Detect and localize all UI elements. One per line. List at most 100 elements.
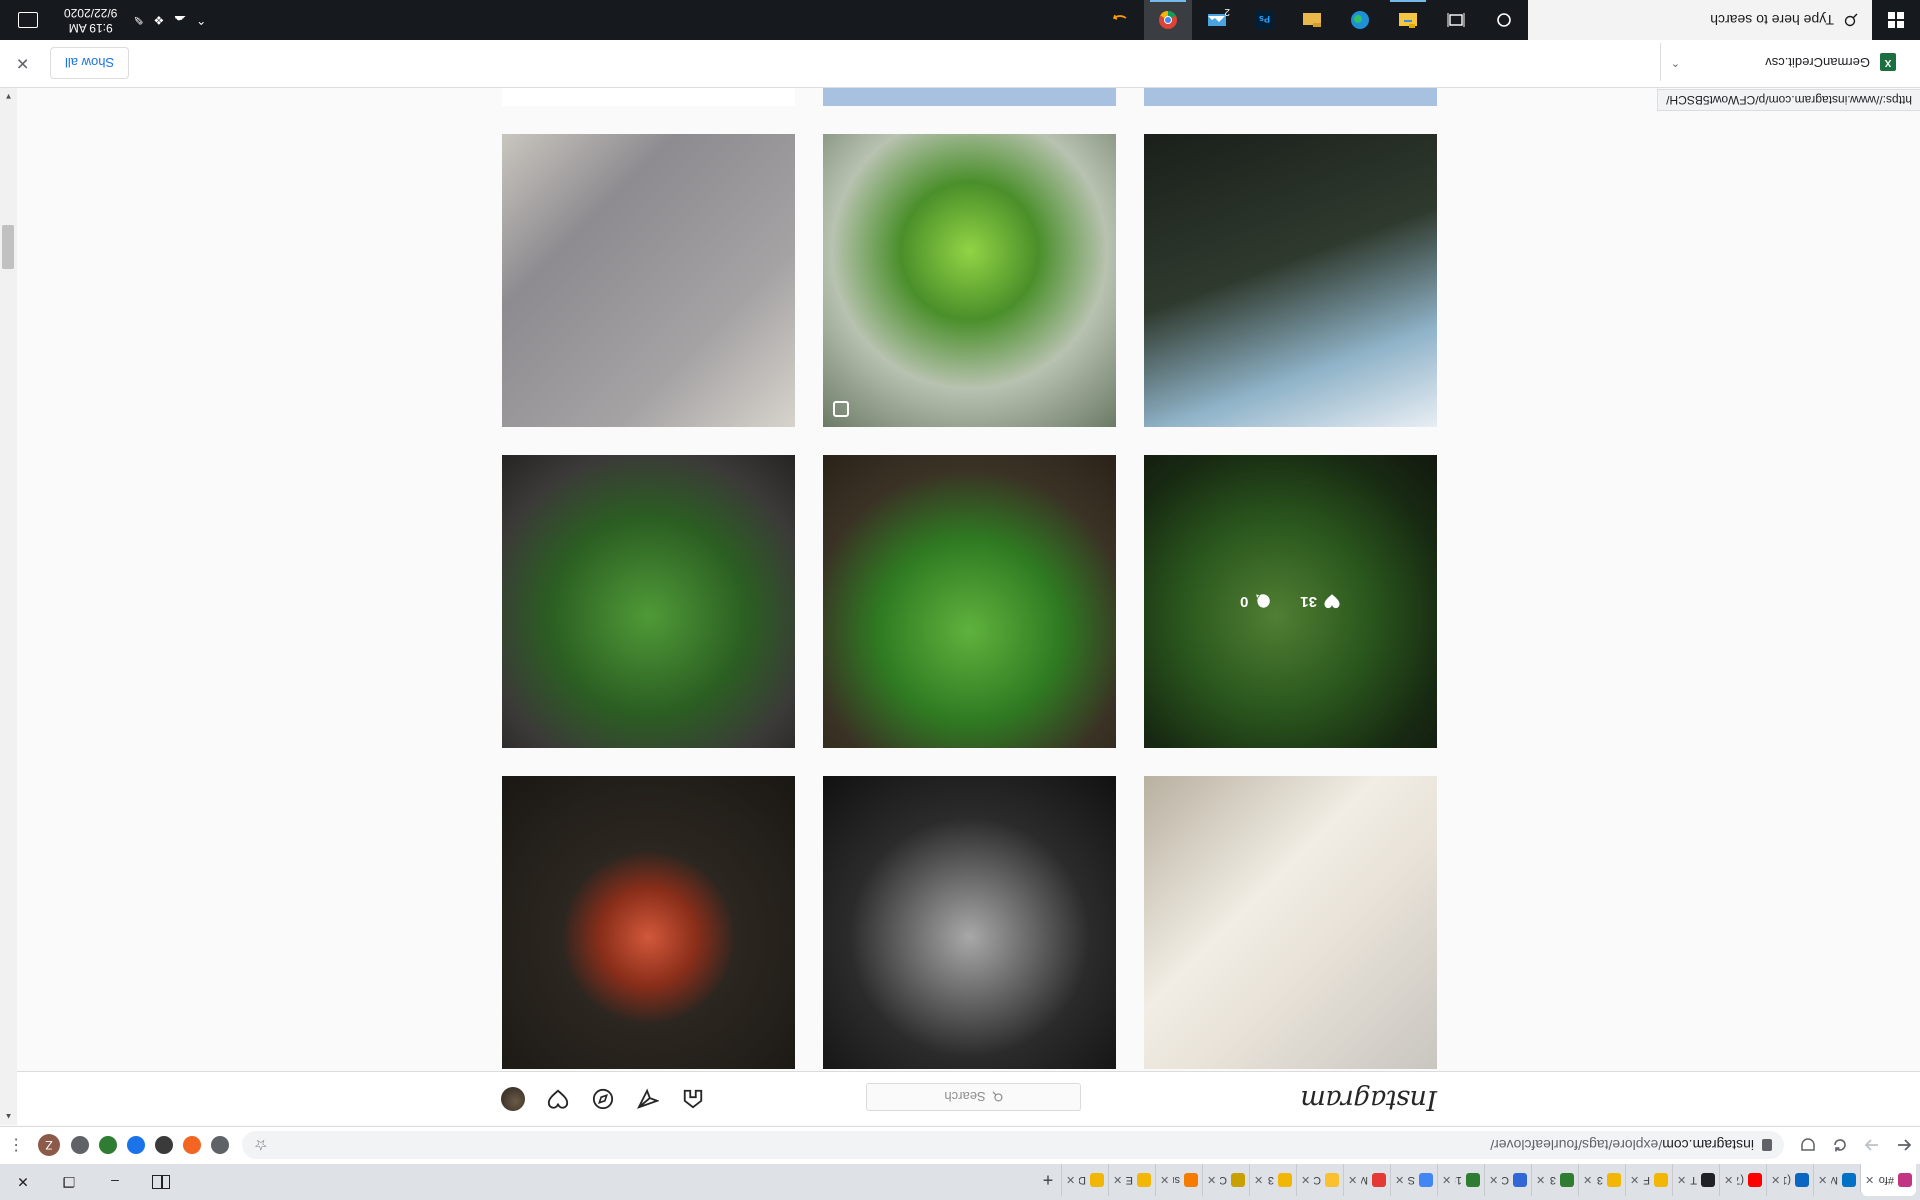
post-thumbnail[interactable] xyxy=(823,134,1116,427)
extension-icon[interactable] xyxy=(211,1136,229,1155)
onedrive-icon[interactable]: 2 xyxy=(1192,0,1240,40)
scrollbar-thumb[interactable] xyxy=(2,225,14,269)
extension-icon[interactable] xyxy=(127,1136,145,1155)
taskbar-search-input[interactable]: Type here to search xyxy=(1528,0,1872,40)
tab[interactable]: Copy ✕ xyxy=(1296,1164,1343,1196)
tab-close-icon[interactable]: ✕ xyxy=(1677,1174,1686,1187)
post-thumbnail[interactable]: 31 0 xyxy=(1144,455,1437,748)
post-thumbnail[interactable] xyxy=(502,776,795,1069)
profile-icon[interactable] xyxy=(501,1087,525,1111)
menu-kebab-icon[interactable]: ⋮ xyxy=(0,1130,32,1162)
tab-close-icon[interactable]: ✕ xyxy=(1254,1174,1263,1187)
post-thumbnail[interactable] xyxy=(823,88,1116,106)
pocket-icon[interactable] xyxy=(1792,1130,1824,1162)
scroll-down-arrow-icon[interactable]: ▼ xyxy=(0,88,17,105)
post-thumbnail[interactable] xyxy=(502,88,795,106)
instagram-logo[interactable]: Instagram xyxy=(1301,1084,1437,1115)
clock[interactable]: 9:19 AM 9/22/2020 xyxy=(58,5,123,35)
tab-close-icon[interactable]: ✕ xyxy=(1583,1174,1592,1187)
tab[interactable]: src/c ✕ xyxy=(1155,1164,1202,1196)
post-thumbnail[interactable] xyxy=(823,776,1116,1069)
tab[interactable]: 3.5 C ✕ xyxy=(1531,1164,1578,1196)
tab-search-icon[interactable] xyxy=(138,1164,184,1200)
close-shelf-icon[interactable]: ✕ xyxy=(16,53,29,73)
forward-icon[interactable] xyxy=(1856,1130,1888,1162)
reload-icon[interactable] xyxy=(1824,1130,1856,1162)
tab-close-icon[interactable]: ✕ xyxy=(1113,1174,1122,1187)
show-hidden-icons-icon[interactable]: ⌃ xyxy=(196,13,206,27)
close-window-button[interactable]: ✕ xyxy=(0,1164,46,1200)
address-bar[interactable]: instagram.com/explore/tags/fourleafclove… xyxy=(242,1131,1784,1160)
post-thumbnail[interactable] xyxy=(1144,88,1437,106)
onedrive-cloud-icon[interactable]: ☁ xyxy=(174,13,186,27)
post-thumbnail[interactable] xyxy=(1144,134,1437,427)
explore-icon[interactable] xyxy=(591,1087,615,1111)
chevron-up-icon[interactable]: ⌃ xyxy=(1671,56,1680,69)
edge-icon[interactable] xyxy=(1336,0,1384,40)
action-center-icon[interactable] xyxy=(18,12,38,28)
new-tab-button[interactable]: + xyxy=(1035,1164,1061,1196)
tab[interactable]: (7) Su ✕ xyxy=(1719,1164,1766,1196)
folder-icon[interactable] xyxy=(1288,0,1336,40)
tab-close-icon[interactable]: ✕ xyxy=(1207,1174,1216,1187)
tab-close-icon[interactable]: ✕ xyxy=(1489,1174,1498,1187)
search-input[interactable]: Search xyxy=(866,1083,1081,1111)
home-icon[interactable] xyxy=(681,1087,705,1111)
tab-close-icon[interactable]: ✕ xyxy=(1536,1174,1545,1187)
tab-close-icon[interactable]: ✕ xyxy=(1630,1174,1639,1187)
tab-close-icon[interactable]: ✕ xyxy=(1348,1174,1357,1187)
back-icon[interactable] xyxy=(1888,1130,1920,1162)
lock-icon[interactable] xyxy=(1762,1139,1772,1152)
tab[interactable]: Data ✕ xyxy=(1061,1164,1108,1196)
chrome-icon[interactable] xyxy=(1144,0,1192,40)
tab[interactable]: Searc ✕ xyxy=(1390,1164,1437,1196)
pen-icon[interactable]: ✎ xyxy=(133,13,143,27)
file-explorer-icon[interactable] xyxy=(1384,0,1432,40)
vertical-scrollbar[interactable]: ▲ ▼ xyxy=(0,88,17,1125)
tab-close-icon[interactable]: ✕ xyxy=(1818,1174,1827,1187)
extension-icon[interactable] xyxy=(99,1136,117,1155)
restore-button[interactable]: ❐ xyxy=(46,1164,92,1200)
download-item[interactable]: X GermanCredit.csv ⌃ xyxy=(1659,43,1906,82)
tab-close-icon[interactable]: ✕ xyxy=(1301,1174,1310,1187)
dropbox-icon[interactable]: ❖ xyxy=(153,13,164,27)
cortana-icon[interactable] xyxy=(1480,0,1528,40)
tab[interactable]: 1585 ✕ xyxy=(1437,1164,1484,1196)
tab[interactable]: Featu ✕ xyxy=(1625,1164,1672,1196)
tab-close-icon[interactable]: ✕ xyxy=(1160,1174,1169,1187)
minimize-button[interactable]: – xyxy=(92,1164,138,1200)
photoshop-icon[interactable]: Ps xyxy=(1240,0,1288,40)
extension-icon[interactable] xyxy=(155,1136,173,1155)
tab[interactable]: Expe ✕ xyxy=(1108,1164,1155,1196)
extension-icon[interactable] xyxy=(71,1136,89,1155)
amazon-icon[interactable] xyxy=(1096,0,1144,40)
tab[interactable]: Mail ✕ xyxy=(1813,1164,1860,1196)
tab[interactable]: Class ✕ xyxy=(1202,1164,1249,1196)
tab[interactable]: Mini- ✕ xyxy=(1343,1164,1390,1196)
start-button[interactable] xyxy=(1872,0,1920,40)
tab-close-icon[interactable]: ✕ xyxy=(1442,1174,1451,1187)
task-view-icon[interactable] xyxy=(1432,0,1480,40)
tab[interactable]: (1) Li ✕ xyxy=(1766,1164,1813,1196)
tab-close-icon[interactable]: ✕ xyxy=(1066,1174,1075,1187)
profile-avatar[interactable]: Z xyxy=(38,1134,60,1157)
post-thumbnail[interactable] xyxy=(502,134,795,427)
activity-icon[interactable] xyxy=(546,1087,570,1111)
direct-icon[interactable] xyxy=(636,1087,660,1111)
tab-close-icon[interactable]: ✕ xyxy=(1395,1174,1404,1187)
bookmark-star-icon[interactable]: ☆ xyxy=(254,1137,267,1155)
show-all-button[interactable]: Show all xyxy=(50,47,130,79)
tab[interactable]: 3.2.4 ✕ xyxy=(1578,1164,1625,1196)
post-thumbnail[interactable] xyxy=(502,455,795,748)
tab[interactable]: The I ✕ xyxy=(1672,1164,1719,1196)
tab[interactable]: #four ✕ xyxy=(1860,1164,1916,1196)
post-thumbnail[interactable] xyxy=(1144,776,1437,1069)
scroll-up-arrow-icon[interactable]: ▲ xyxy=(0,1108,17,1125)
tab-close-icon[interactable]: ✕ xyxy=(1771,1174,1780,1187)
tab[interactable]: Caps ✕ xyxy=(1484,1164,1531,1196)
post-thumbnail[interactable] xyxy=(823,455,1116,748)
tab-close-icon[interactable]: ✕ xyxy=(1865,1174,1874,1187)
tab-close-icon[interactable]: ✕ xyxy=(1724,1174,1733,1187)
extension-icon[interactable] xyxy=(183,1136,201,1155)
tab[interactable]: 3.2.4 ✕ xyxy=(1249,1164,1296,1196)
